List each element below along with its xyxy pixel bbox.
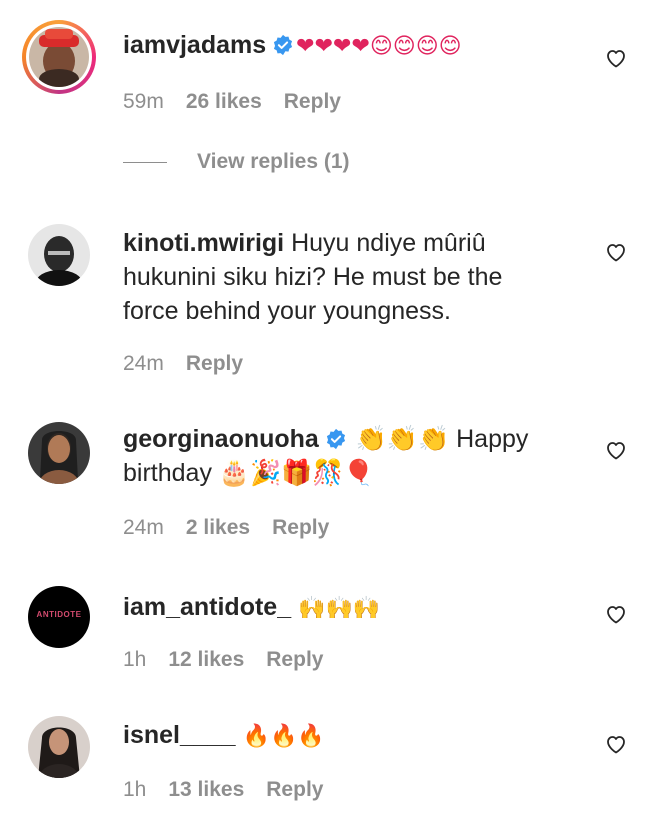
comment-time: 59m [123, 90, 164, 113]
avatar[interactable]: ANTIDOTE [28, 586, 90, 648]
comment-text-block: iamvjadams ❤❤❤❤😊😊😊😊 [123, 28, 583, 64]
comment-meta: 24m 2 likes Reply [123, 516, 329, 540]
avatar[interactable] [28, 422, 90, 484]
heart-outline-icon[interactable] [604, 438, 628, 462]
view-replies-button[interactable]: View replies (1) [123, 150, 350, 174]
reply-button[interactable]: Reply [266, 778, 323, 802]
comment-text-block: kinoti.mwirigi Huyu ndiye mûriû hukunini… [123, 226, 553, 328]
comment-time: 1h [123, 778, 147, 801]
comment-text-block: isnel____ 🔥🔥🔥 [123, 718, 583, 754]
username-link[interactable]: kinoti.mwirigi [123, 229, 284, 257]
comment-time: 24m [123, 516, 164, 539]
view-replies-label: View replies (1) [197, 150, 350, 173]
verified-badge-icon [274, 34, 293, 56]
comment-meta: 1h 12 likes Reply [123, 648, 323, 672]
avatar-story-ring[interactable] [22, 20, 96, 94]
reply-button[interactable]: Reply [186, 352, 243, 376]
comment-item: iamvjadams ❤❤❤❤😊😊😊😊 59m 26 likes Reply Vi… [0, 0, 672, 200]
username-link[interactable]: iamvjadams [123, 31, 266, 59]
likes-count[interactable]: 26 likes [186, 90, 262, 114]
username-link[interactable]: georginaonuoha [123, 425, 319, 453]
comment-time: 1h [123, 648, 147, 671]
comment-text-block: georginaonuoha 👏👏👏 Happy birthday 🎂🎉🎁🎊🎈 [123, 422, 583, 490]
comment-meta: 24m Reply [123, 352, 243, 376]
avatar[interactable] [28, 716, 90, 778]
comment-meta: 59m 26 likes Reply [123, 90, 341, 114]
heart-outline-icon[interactable] [604, 240, 628, 264]
avatar-logo-text: ANTIDOTE [36, 610, 82, 619]
reply-button[interactable]: Reply [266, 648, 323, 672]
divider-line [123, 161, 167, 163]
comment-body: 🙌🙌🙌 [298, 596, 381, 621]
heart-outline-icon[interactable] [604, 46, 628, 70]
comment-body: ❤❤❤❤😊😊😊😊 [296, 34, 462, 59]
likes-count[interactable]: 2 likes [186, 516, 250, 540]
likes-count[interactable]: 12 likes [168, 648, 244, 672]
likes-count[interactable]: 13 likes [168, 778, 244, 802]
reply-button[interactable]: Reply [284, 90, 341, 114]
comment-body: 🔥🔥🔥 [242, 724, 325, 749]
comment-meta: 1h 13 likes Reply [123, 778, 323, 802]
comment-text-block: iam_antidote_ 🙌🙌🙌 [123, 590, 583, 626]
comment-item: georginaonuoha 👏👏👏 Happy birthday 🎂🎉🎁🎊🎈 … [0, 400, 672, 570]
verified-badge-icon [326, 428, 345, 450]
username-link[interactable]: iam_antidote_ [123, 593, 291, 621]
heart-outline-icon[interactable] [604, 602, 628, 626]
comment-item: ANTIDOTE iam_antidote_ 🙌🙌🙌 1h 12 likes R… [0, 570, 672, 700]
reply-button[interactable]: Reply [272, 516, 329, 540]
username-link[interactable]: isnel____ [123, 721, 236, 749]
avatar[interactable] [28, 224, 90, 286]
comment-time: 24m [123, 352, 164, 375]
comment-item: isnel____ 🔥🔥🔥 1h 13 likes Reply [0, 700, 672, 815]
avatar [29, 27, 89, 87]
heart-outline-icon[interactable] [604, 732, 628, 756]
comment-item: kinoti.mwirigi Huyu ndiye mûriû hukunini… [0, 200, 672, 400]
